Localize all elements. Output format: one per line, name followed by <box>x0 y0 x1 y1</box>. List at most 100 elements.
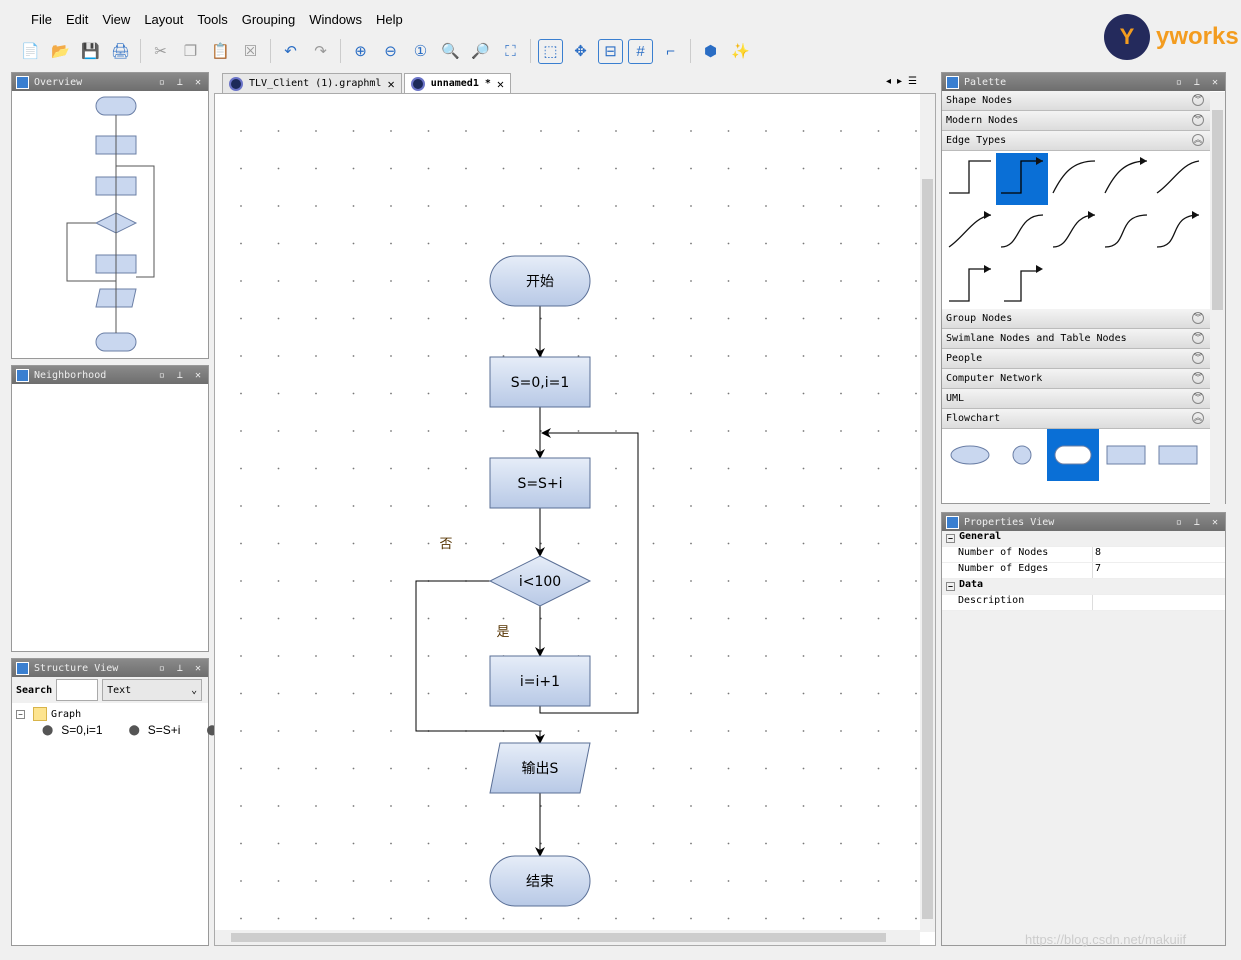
property-group[interactable]: − General <box>942 531 1225 547</box>
horizontal-scrollbar[interactable] <box>215 930 920 945</box>
collapse-icon[interactable]: − <box>16 709 25 719</box>
print-button[interactable]: 🖨 <box>108 39 133 64</box>
tab-unnamed1[interactable]: unnamed1 * ✕ <box>403 73 512 93</box>
copy-button[interactable]: ❐ <box>178 39 203 64</box>
new-button[interactable]: 📄 <box>18 39 43 64</box>
node-end[interactable]: 结束 <box>489 855 591 907</box>
cut-button[interactable]: ✂ <box>148 39 173 64</box>
palette-section[interactable]: UML ︾ <box>942 389 1210 409</box>
palette-section[interactable]: Flowchart ︽ <box>942 409 1210 429</box>
edge-type-item[interactable] <box>1052 160 1096 194</box>
shape-circle[interactable] <box>1012 445 1032 465</box>
edge-type-item[interactable] <box>949 160 991 194</box>
paste-button[interactable]: 📋 <box>208 39 233 64</box>
select-mode-button[interactable]: ⬚ <box>538 38 563 64</box>
palette-section[interactable]: Edge Types ︽ <box>942 131 1210 151</box>
tab-tlv-client[interactable]: TLV_Client (1).graphml ✕ <box>222 73 402 93</box>
edge-type-item[interactable] <box>948 211 992 248</box>
menu-tools[interactable]: Tools <box>190 10 234 32</box>
group-button[interactable]: ⬢ <box>698 39 723 64</box>
palette-section[interactable]: Modern Nodes ︾ <box>942 111 1210 131</box>
edge-label-no[interactable]: 否 <box>439 536 452 551</box>
expand-icon[interactable]: ︾ <box>1192 392 1204 404</box>
palette-section[interactable]: Computer Network ︾ <box>942 369 1210 389</box>
redo-button[interactable]: ↷ <box>308 39 333 64</box>
expand-icon[interactable]: ︾ <box>1192 114 1204 126</box>
expand-icon[interactable]: ︾ <box>1192 94 1204 106</box>
tree-root[interactable]: − Graph <box>16 706 204 722</box>
edge-type-item[interactable] <box>949 265 991 302</box>
open-button[interactable]: 📂 <box>48 39 73 64</box>
save-button[interactable]: 💾 <box>78 39 103 64</box>
node-start[interactable]: 开始 <box>489 255 591 307</box>
zoom-selection-button[interactable]: 🔎 <box>468 39 493 64</box>
tab-navigation[interactable]: ◂▸☰ <box>886 76 923 87</box>
property-value[interactable]: 8 <box>1092 547 1225 562</box>
menu-grouping[interactable]: Grouping <box>235 10 302 32</box>
edge-type-item[interactable] <box>1156 160 1200 194</box>
zoom-button[interactable]: 🔍 <box>438 39 463 64</box>
edge-type-item[interactable] <box>1156 211 1200 248</box>
expand-icon[interactable]: ︾ <box>1192 352 1204 364</box>
shape-ellipse[interactable] <box>950 445 990 465</box>
undo-button[interactable]: ↶ <box>278 39 303 64</box>
collapse-icon[interactable]: − <box>946 582 955 591</box>
node-output[interactable]: 输出S <box>489 742 591 794</box>
shape-terminator[interactable] <box>1054 445 1092 465</box>
delete-button[interactable]: ☒ <box>238 39 263 64</box>
edge-type-item[interactable] <box>1052 211 1096 248</box>
panel-controls[interactable]: ▫ ⊥ ✕ <box>1176 517 1221 528</box>
menu-layout[interactable]: Layout <box>137 10 190 32</box>
move-button[interactable]: ✥ <box>568 39 593 64</box>
palette-section[interactable]: Shape Nodes ︾ <box>942 91 1210 111</box>
node-inc[interactable]: i=i+1 <box>489 655 591 707</box>
expand-icon[interactable]: ︾ <box>1192 332 1204 344</box>
collapse-icon[interactable]: ︽ <box>1192 134 1204 146</box>
palette-scrollbar[interactable] <box>1210 92 1225 504</box>
collapse-icon[interactable]: ︽ <box>1192 412 1204 424</box>
shape-process[interactable] <box>1106 445 1146 465</box>
zoom-out-button[interactable]: ⊖ <box>378 39 403 64</box>
node-sum[interactable]: S=S+i <box>489 457 591 509</box>
close-icon[interactable]: ✕ <box>387 77 394 91</box>
grid-button[interactable]: # <box>628 38 653 64</box>
magic-wand-button[interactable]: ✨ <box>728 39 753 64</box>
close-icon[interactable]: ✕ <box>497 77 504 91</box>
edge-label-yes[interactable]: 是 <box>496 624 509 639</box>
property-value[interactable] <box>1092 595 1225 610</box>
palette-section[interactable]: Swimlane Nodes and Table Nodes ︾ <box>942 329 1210 349</box>
panel-controls[interactable]: ▫ ⊥ ✕ <box>159 370 204 381</box>
edge-type-item[interactable] <box>1000 214 1044 248</box>
panel-controls[interactable]: ▫ ⊥ ✕ <box>1176 77 1221 88</box>
expand-icon[interactable]: ︾ <box>1192 372 1204 384</box>
edge-type-item[interactable] <box>1104 214 1148 248</box>
zoom-1to1-button[interactable]: ① <box>408 39 433 64</box>
expand-icon[interactable]: ︾ <box>1192 312 1204 324</box>
collapse-icon[interactable]: − <box>946 534 955 543</box>
property-group[interactable]: − Data <box>942 579 1225 595</box>
node-init[interactable]: S=0,i=1 <box>489 356 591 408</box>
fit-content-button[interactable]: ⛶ <box>498 39 523 64</box>
snap-button[interactable]: ⊟ <box>598 38 623 64</box>
property-value[interactable]: 7 <box>1092 563 1225 578</box>
vertical-scrollbar[interactable] <box>920 94 935 932</box>
menu-help[interactable]: Help <box>369 10 410 32</box>
orthogonal-button[interactable]: ⌐ <box>658 39 683 64</box>
graph-canvas[interactable]: 开始 S=0,i=1 S=S+i i<100 i=i+1 输出S 结束 否是 <box>214 93 936 946</box>
filter-select[interactable]: Text ⌄ <box>102 679 203 701</box>
tree-item[interactable]: ⬤ S=0,i=1 <box>16 722 103 738</box>
panel-controls[interactable]: ▫ ⊥ ✕ <box>159 77 204 88</box>
property-row[interactable]: Number of Edges 7 <box>942 563 1225 579</box>
panel-controls[interactable]: ▫ ⊥ ✕ <box>159 663 204 674</box>
zoom-in-button[interactable]: ⊕ <box>348 39 373 64</box>
property-row[interactable]: Description <box>942 595 1225 611</box>
diagram[interactable]: 开始 S=0,i=1 S=S+i i<100 i=i+1 输出S 结束 否是 <box>215 94 920 932</box>
property-row[interactable]: Number of Nodes 8 <box>942 547 1225 563</box>
node-cond[interactable]: i<100 <box>488 555 592 607</box>
menu-file[interactable]: File <box>24 10 59 32</box>
palette-section[interactable]: Group Nodes ︾ <box>942 309 1210 329</box>
palette-section[interactable]: People ︾ <box>942 349 1210 369</box>
menu-view[interactable]: View <box>95 10 137 32</box>
menu-edit[interactable]: Edit <box>59 10 95 32</box>
search-input[interactable] <box>56 679 99 701</box>
